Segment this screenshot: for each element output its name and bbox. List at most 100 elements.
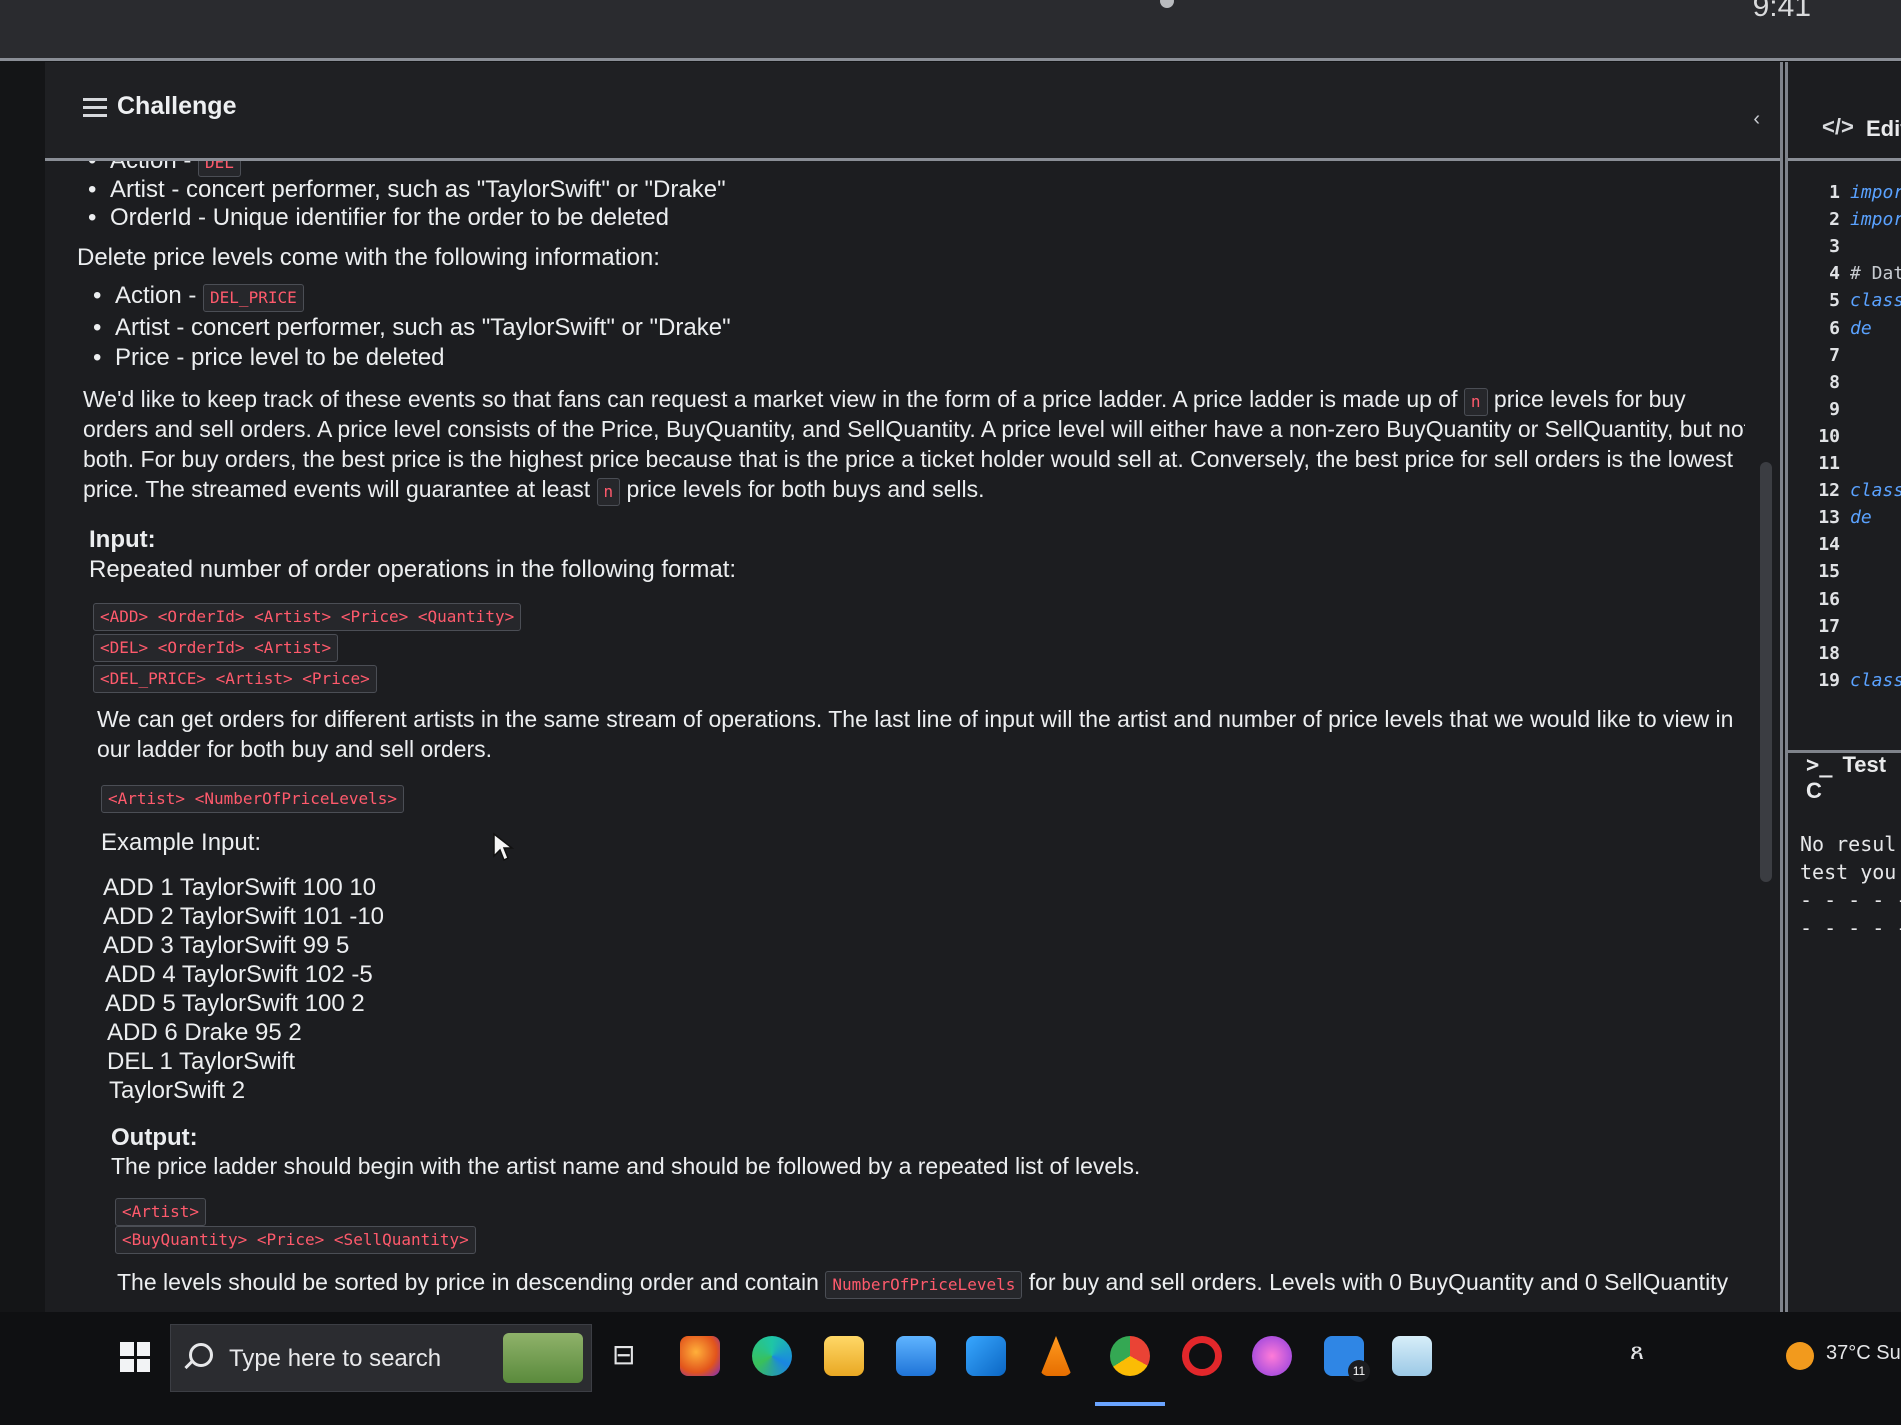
- code-line[interactable]: impor: [1850, 182, 1901, 203]
- inline-code: n: [1463, 388, 1488, 416]
- paragraph-line: The levels should be sorted by price in …: [117, 1269, 1728, 1299]
- mail-icon[interactable]: [896, 1336, 936, 1376]
- example-heading: Example Input:: [101, 829, 262, 856]
- output-heading: Output:: [111, 1124, 198, 1151]
- terminal-icon: >_: [1806, 753, 1833, 778]
- code-line[interactable]: de: [1850, 507, 1872, 528]
- example-line: ADD 2 TaylorSwift 101 -10: [103, 903, 385, 930]
- example-line: ADD 5 TaylorSwift 100 2: [105, 990, 365, 1017]
- editor-panel: </> Edit 1 impor 2 impor 3 4 # Dat 5 class 6 de 7 8…: [1785, 62, 1901, 1312]
- example-line: ADD 3 TaylorSwift 99 5: [103, 932, 350, 959]
- code-line[interactable]: class: [1850, 290, 1901, 311]
- challenge-panel: Challenge ‹ Action - DEL Artist - concer…: [45, 62, 1783, 1312]
- code-block: <Artist>: [115, 1196, 207, 1226]
- list-item: Price - price level to be deleted: [93, 344, 444, 372]
- example-line: ADD 6 Drake 95 2: [107, 1019, 302, 1046]
- example-line: TaylorSwift 2: [109, 1077, 246, 1104]
- edge-icon[interactable]: [752, 1336, 792, 1376]
- line-number: 1: [1829, 182, 1840, 203]
- editor-header: </> Edit: [1788, 62, 1901, 161]
- challenge-body: Action - DEL Artist - concert performer,…: [45, 161, 1745, 1311]
- paragraph: Delete price levels come with the follow…: [77, 244, 660, 271]
- inline-code: n: [596, 478, 621, 506]
- clock: 9:41: [1752, 0, 1811, 23]
- line-number: 14: [1818, 534, 1840, 556]
- people-icon[interactable]: ጸ: [1630, 1338, 1644, 1366]
- scrollbar-thumb[interactable]: [1760, 462, 1772, 882]
- code-line[interactable]: # Dat: [1850, 263, 1901, 284]
- taskbar-search[interactable]: Type here to search: [170, 1324, 592, 1392]
- inline-code: NumberOfPriceLevels: [825, 1271, 1023, 1299]
- code-block: <ADD> <OrderId> <Artist> <Price> <Quanti…: [93, 601, 522, 631]
- test-output-line: test you: [1800, 860, 1897, 884]
- top-window-bar: 9:41: [0, 0, 1901, 61]
- inline-code: DEL_PRICE: [203, 284, 304, 312]
- line-number: 3: [1829, 236, 1840, 258]
- windows-update-icon[interactable]: 11: [1324, 1336, 1370, 1382]
- app-icon[interactable]: [1252, 1336, 1292, 1376]
- chrome-icon[interactable]: [1110, 1336, 1150, 1376]
- line-number: 11: [1818, 453, 1840, 474]
- line-number: 16: [1818, 588, 1840, 610]
- code-line[interactable]: de: [1850, 318, 1872, 339]
- weather-text[interactable]: 37°C Su: [1826, 1342, 1901, 1365]
- collapse-icon[interactable]: ‹: [1753, 108, 1760, 131]
- notepad-icon[interactable]: [1392, 1336, 1432, 1376]
- challenge-header: Challenge ‹: [45, 62, 1780, 161]
- code-line[interactable]: class: [1850, 480, 1901, 501]
- code-block: <DEL_PRICE> <Artist> <Price>: [93, 663, 377, 693]
- line-number: 7: [1829, 344, 1840, 366]
- test-output-line: - - - - -: [1800, 888, 1901, 912]
- vscode-icon[interactable]: [966, 1336, 1006, 1376]
- opera-icon[interactable]: [1182, 1336, 1222, 1376]
- taskbar: Type here to search ⊟ 11 ጸ 37°C Su: [0, 1312, 1901, 1425]
- vlc-icon[interactable]: [1040, 1336, 1072, 1376]
- challenge-title: Challenge: [117, 92, 237, 120]
- example-line: ADD 4 TaylorSwift 102 -5: [105, 961, 373, 988]
- scrollbar[interactable]: [1760, 162, 1778, 1312]
- input-heading: Input:: [89, 526, 156, 553]
- code-line[interactable]: impor: [1850, 209, 1901, 230]
- search-placeholder: Type here to search: [229, 1345, 442, 1372]
- input-description: Repeated number of order operations in t…: [89, 556, 737, 583]
- line-number: 19: [1818, 669, 1840, 691]
- paragraph-line: orders and sell orders. A price level co…: [83, 416, 1745, 442]
- test-output-line: No resul: [1800, 832, 1897, 856]
- line-number: 4: [1829, 263, 1840, 285]
- output-description: The price ladder should begin with the a…: [111, 1153, 1141, 1179]
- line-number: 9: [1829, 398, 1840, 420]
- line-number: 15: [1818, 561, 1840, 583]
- status-dot: [1160, 0, 1174, 8]
- line-number: 17: [1818, 615, 1840, 637]
- active-app-indicator: [1095, 1402, 1165, 1406]
- list-icon[interactable]: [83, 98, 107, 118]
- line-number: 6: [1829, 317, 1840, 339]
- code-block: <Artist> <NumberOfPriceLevels>: [101, 783, 404, 813]
- test-output-line: - - - - -: [1800, 916, 1901, 940]
- test-cases-header: >_ Test C: [1806, 752, 1887, 803]
- code-block: <BuyQuantity> <Price> <SellQuantity>: [115, 1224, 476, 1254]
- line-number: 8: [1829, 371, 1840, 393]
- paragraph-line: price. The streamed events will guarante…: [83, 476, 985, 506]
- example-line: DEL 1 TaylorSwift: [107, 1048, 296, 1075]
- code-line[interactable]: class D: [1850, 670, 1901, 691]
- task-view-icon[interactable]: ⊟: [612, 1338, 635, 1371]
- windows-start-icon[interactable]: [120, 1342, 150, 1372]
- line-number: 10: [1818, 425, 1840, 447]
- firefox-icon[interactable]: [680, 1336, 720, 1376]
- editor-title: Edit: [1866, 116, 1901, 141]
- file-explorer-icon[interactable]: [824, 1336, 864, 1376]
- list-item: Artist - concert performer, such as "Tay…: [93, 314, 731, 342]
- line-number: 2: [1829, 209, 1840, 231]
- paragraph-line: We'd like to keep track of these events …: [83, 386, 1686, 416]
- line-number: 18: [1818, 642, 1840, 664]
- weather-icon[interactable]: [1786, 1342, 1814, 1370]
- line-number: 12: [1818, 480, 1840, 502]
- list-item: OrderId - Unique identifier for the orde…: [88, 204, 669, 232]
- list-item: Action - DEL_PRICE: [93, 282, 304, 312]
- code-icon: </>: [1822, 114, 1854, 139]
- line-number: 13: [1818, 507, 1840, 529]
- search-icon: [189, 1343, 213, 1367]
- notification-badge: 11: [1348, 1360, 1370, 1382]
- paragraph-line: our ladder for both buy and sell orders.: [97, 736, 493, 762]
